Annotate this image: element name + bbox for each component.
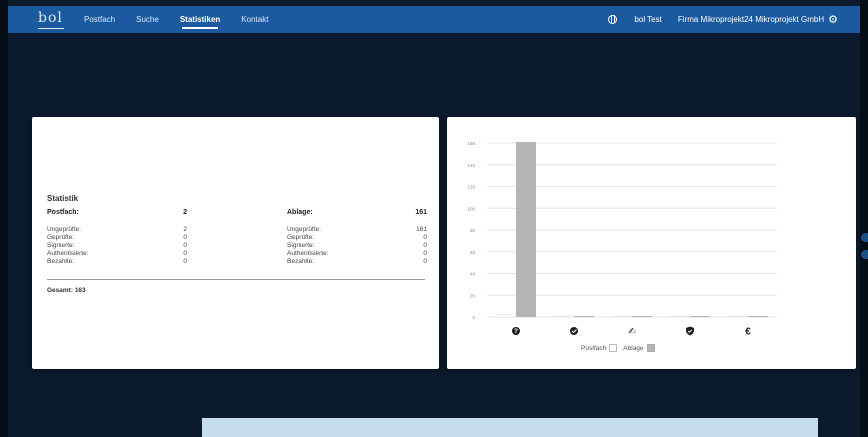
gear-icon[interactable]: ⚙ <box>828 13 838 26</box>
logo[interactable]: bol <box>38 9 64 30</box>
chart-legend: Postfach Ablage <box>581 344 661 352</box>
stat-label: Ungeprüfte: <box>287 226 321 233</box>
nav-kontakt[interactable]: Kontakt <box>241 6 268 33</box>
bar-postfach <box>495 314 517 318</box>
stat-value: 2 <box>183 226 187 233</box>
stat-label: Signierte: <box>47 242 75 249</box>
stat-label: Geprüfte: <box>47 234 75 241</box>
stat-value: 0 <box>423 242 427 249</box>
stat-value: 161 <box>416 226 427 233</box>
stat-row: Geprüfte: 0 <box>287 234 427 242</box>
stat-label: Bezahlte: <box>47 258 75 265</box>
bar-postfach <box>611 315 633 318</box>
statistik-card: Statistik Postfach: 2 Ungeprüfte: 2 Geprü… <box>32 117 439 369</box>
window-frame-right <box>860 0 868 437</box>
legend-label-postfach: Postfach <box>581 344 607 352</box>
stat-row: Signierte: 0 <box>47 242 187 250</box>
y-tick-label: 160 <box>467 141 475 146</box>
stat-label: Authentisierte: <box>47 250 89 257</box>
stat-value: 0 <box>423 258 427 265</box>
user-name[interactable]: bol Test <box>634 15 661 24</box>
y-tick-label: 0 <box>472 315 475 320</box>
stat-value: 0 <box>183 242 187 249</box>
nav-suche[interactable]: Suche <box>136 6 159 33</box>
stat-value: 0 <box>183 234 187 241</box>
stat-label: Geprüfte: <box>287 234 315 241</box>
bar-ablage <box>574 316 594 317</box>
stat-row: Authentisierte: 0 <box>47 250 187 258</box>
company-name[interactable]: Firma Mikroprojekt24 Mikroprojekt GmbH <box>678 15 824 24</box>
ablage-label: Ablage: <box>287 209 313 216</box>
y-tick-label: 140 <box>467 163 475 168</box>
stat-label: Bezahlte: <box>287 258 315 265</box>
y-tick-label: 60 <box>470 250 476 255</box>
bar-ablage <box>690 316 710 317</box>
nav-postfach[interactable]: Postfach <box>84 6 115 33</box>
stat-label: Ungeprüfte: <box>47 226 81 233</box>
bar-ablage <box>632 316 652 317</box>
header-right: bol Test Firma Mikroprojekt24 Mikroproje… <box>608 13 860 26</box>
stat-row: Signierte: 0 <box>287 242 427 250</box>
postfach-header: Postfach: 2 <box>47 209 187 216</box>
bar-postfach <box>553 315 575 318</box>
bottom-panel <box>202 418 818 437</box>
stat-row: Ungeprüfte: 161 <box>287 226 427 234</box>
chart-card: 0 20 40 60 80 100 120 140 160? ✍ € Postfach Ablage <box>447 117 856 369</box>
window-frame-left <box>0 0 8 437</box>
y-tick-label: 120 <box>467 185 475 190</box>
legend-label-ablage: Ablage <box>623 344 644 352</box>
statistik-title: Statistik <box>47 194 79 203</box>
signature-icon: ✍ <box>628 327 636 337</box>
bar-ablage <box>516 141 536 317</box>
stat-value: 0 <box>183 258 187 265</box>
legend-swatch-ablage[interactable] <box>646 344 655 352</box>
euro-icon: € <box>745 327 751 338</box>
stat-value: 0 <box>423 234 427 241</box>
ablage-section: Ablage: 161 Ungeprüfte: 161 Geprüfte: 0 Si… <box>287 209 427 266</box>
stat-value: 0 <box>183 250 187 257</box>
legend-swatch-postfach[interactable] <box>609 344 618 352</box>
ablage-total: 161 <box>415 209 427 216</box>
stat-row: Bezahlte: 0 <box>47 258 187 266</box>
postfach-label: Postfach: <box>47 209 79 216</box>
main-nav: Postfach Suche Statistiken Kontakt <box>84 6 289 33</box>
ablage-header: Ablage: 161 <box>287 209 427 216</box>
stat-label: Authentisierte: <box>287 250 329 257</box>
stat-row: Bezahlte: 0 <box>287 258 427 266</box>
divider <box>47 279 425 280</box>
scroll-dot-2 <box>861 250 868 259</box>
chart-area: 0 20 40 60 80 100 120 140 160? ✍ € <box>447 117 856 369</box>
scroll-dot-1 <box>861 233 868 242</box>
y-tick-label: 80 <box>470 228 476 233</box>
bar-ablage <box>748 316 768 317</box>
gesamt-total: Gesamt: 163 <box>47 287 86 294</box>
globe-icon[interactable] <box>608 15 618 24</box>
stat-row: Geprüfte: 0 <box>47 234 187 242</box>
postfach-section: Postfach: 2 Ungeprüfte: 2 Geprüfte: 0 Sign… <box>47 209 187 266</box>
bar-postfach <box>727 315 749 318</box>
stat-row: Authentisierte: 0 <box>287 250 427 258</box>
y-tick-label: 100 <box>467 206 475 211</box>
stat-label: Signierte: <box>287 242 315 249</box>
top-navigation-bar: bol Postfach Suche Statistiken Kontakt b… <box>8 6 860 33</box>
stat-value: 0 <box>423 250 427 257</box>
check-icon <box>570 327 578 335</box>
logo-text: bol <box>38 9 63 26</box>
postfach-total: 2 <box>183 209 187 216</box>
bar-chart: 0 20 40 60 80 100 120 140 160? ✍ € <box>467 141 777 338</box>
stat-row: Ungeprüfte: 2 <box>47 226 187 234</box>
nav-statistiken[interactable]: Statistiken <box>180 6 220 33</box>
question-icon-glyph: ? <box>514 329 518 335</box>
y-tick-label: 20 <box>470 293 476 298</box>
bar-postfach <box>669 315 691 318</box>
y-tick-label: 40 <box>470 272 476 277</box>
